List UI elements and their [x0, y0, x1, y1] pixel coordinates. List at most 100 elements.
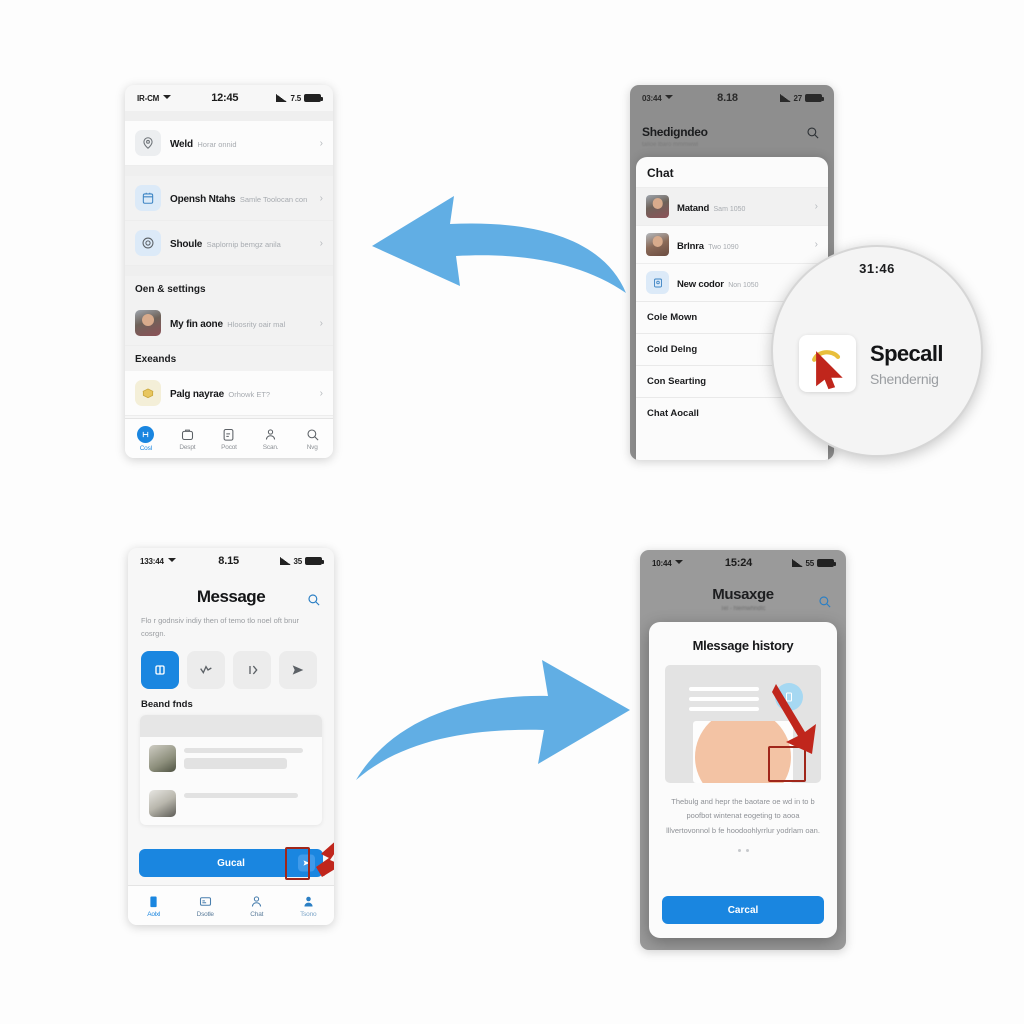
settings-row-weld[interactable]: Weld Horar onnid ›	[125, 121, 333, 166]
row-text: Weld Horar onnid	[170, 134, 311, 152]
network-label: 7.5	[290, 93, 301, 103]
tab-dsotle[interactable]: Dsotle	[180, 894, 232, 918]
row-text: Shoule Saplornip bemgz anila	[170, 234, 311, 252]
bag-icon	[181, 429, 193, 440]
signal-icon	[779, 94, 791, 102]
arrow-left	[372, 196, 626, 293]
row-text: Matand Sam 1050	[677, 198, 807, 216]
tab-label: Dsotle	[196, 910, 214, 918]
tab-scan[interactable]: Scan.	[250, 427, 292, 451]
page-description: Flo r godnsiv indiy then of temo tlo noe…	[141, 616, 300, 638]
row-text: Palg nayrae Orhowk ET?	[170, 384, 311, 402]
row-title: New codor	[677, 278, 724, 290]
network-label: 27	[793, 93, 803, 103]
magnified-subtitle: Shendernig	[870, 370, 939, 387]
tab-label: Chat	[250, 910, 264, 918]
tab-pocot[interactable]: Pocot	[208, 427, 250, 451]
tab-nvg[interactable]: Nvg	[291, 427, 333, 451]
clock-label: 8.15	[218, 555, 239, 567]
chevron-right-icon: ›	[319, 192, 323, 204]
battery-icon	[817, 559, 836, 567]
settings-row-my-account[interactable]: My fin aone Hloosrity oair mal ›	[125, 301, 333, 346]
clock-label: 8.18	[717, 92, 738, 104]
dot[interactable]	[745, 848, 749, 852]
status-left: 10:44	[652, 559, 685, 568]
tab-despt[interactable]: Despt	[167, 427, 209, 451]
wifi-icon	[675, 559, 685, 567]
thumbnail	[149, 789, 176, 817]
search-icon[interactable]	[805, 125, 820, 145]
status-left: IR-CM	[137, 94, 173, 103]
wifi-icon	[665, 94, 675, 102]
phone-mockup-settings: IR-CM 12:45 7.5 Weld Horar onnid › Opens…	[125, 85, 333, 458]
row-subtitle: Horar onnid	[197, 140, 237, 149]
tab-label: Pocot	[221, 443, 237, 451]
battery-icon	[305, 557, 324, 565]
chat-row-matand[interactable]: Matand Sam 1050 ›	[636, 187, 828, 225]
page-subtitle: talloe lbaro mmmwwl	[642, 142, 699, 148]
row-text: Brlnra Two 1090	[677, 236, 807, 254]
battery-icon	[805, 94, 824, 102]
bottom-tab-bar: Aolxl Dsotle Chat Tsono	[128, 885, 334, 925]
chip-row	[128, 641, 334, 689]
line	[689, 697, 759, 701]
target-icon	[135, 230, 161, 256]
new-chat-icon	[646, 271, 669, 294]
spacer	[125, 111, 333, 121]
line	[184, 747, 303, 753]
avatar	[646, 195, 669, 218]
row-subtitle: Samle Toolocan con	[239, 195, 308, 204]
line	[689, 707, 759, 711]
highlight-box	[285, 847, 310, 880]
settings-row-opensh[interactable]: Opensh Ntahs Samle Toolocan con ›	[125, 176, 333, 221]
chevron-right-icon: ›	[319, 237, 323, 249]
chip-send[interactable]	[279, 650, 317, 689]
send-icon	[292, 664, 304, 675]
wifi-icon	[163, 94, 173, 102]
chat-row-brlnra[interactable]: Brlnra Two 1090 ›	[636, 225, 828, 263]
status-bar: 10:44 15:24 55	[640, 550, 846, 576]
chip-grid[interactable]	[141, 650, 179, 689]
tab-chat[interactable]: Chat	[231, 894, 283, 918]
settings-row-extra[interactable]: Palg nayrae Orhowk ET? ›	[125, 371, 333, 416]
chevron-right-icon: ›	[319, 317, 323, 329]
page-title: Message	[196, 587, 266, 606]
status-right: 55	[791, 559, 836, 568]
cancel-button[interactable]: Carcal	[662, 896, 824, 924]
row-title: My fin aone	[170, 319, 223, 330]
dot[interactable]	[737, 848, 741, 852]
tab-cosl[interactable]: Cosl	[125, 425, 167, 452]
settings-row-shoule[interactable]: Shoule Saplornip bemgz anila ›	[125, 221, 333, 266]
chip-wave[interactable]	[187, 650, 225, 689]
magnified-row[interactable]: Specall Shendernig	[799, 335, 977, 392]
row-text: My fin aone Hloosrity oair mal	[170, 314, 311, 332]
spacer	[125, 166, 333, 176]
magnified-icon-tile	[799, 335, 856, 392]
magnified-title: Specall	[870, 340, 943, 366]
tab-label: Cosl	[139, 444, 152, 452]
carrier-label: 10:44	[652, 558, 672, 568]
avatar	[646, 233, 669, 256]
card-icon	[199, 896, 211, 906]
status-right: 35	[279, 556, 324, 566]
list-item[interactable]	[140, 737, 322, 782]
list-item[interactable]	[140, 782, 322, 825]
chevron-right-icon: ›	[319, 137, 323, 149]
row-title: Matand	[677, 202, 710, 214]
section-header-extras: Exeands	[125, 346, 333, 371]
wifi-icon	[167, 557, 178, 565]
search-icon[interactable]	[817, 594, 832, 614]
tab-label: Tsono	[300, 910, 317, 918]
tab-aolxl[interactable]: Aolxl	[128, 894, 180, 918]
red-arrow-annotation	[772, 684, 816, 754]
carrier-label: 133:44	[140, 556, 164, 566]
network-label: 35	[293, 556, 303, 566]
tab-tsono[interactable]: Tsono	[283, 894, 335, 918]
status-left: 03:44	[642, 94, 675, 103]
row-title: Weld	[170, 139, 193, 150]
cta-label: Gucal	[217, 857, 245, 869]
page-title: Shedigndeo	[642, 125, 708, 139]
chip-pause[interactable]	[233, 650, 271, 689]
status-bar: 133:44 8.15 35	[128, 548, 334, 574]
placeholder-lines	[184, 790, 313, 803]
